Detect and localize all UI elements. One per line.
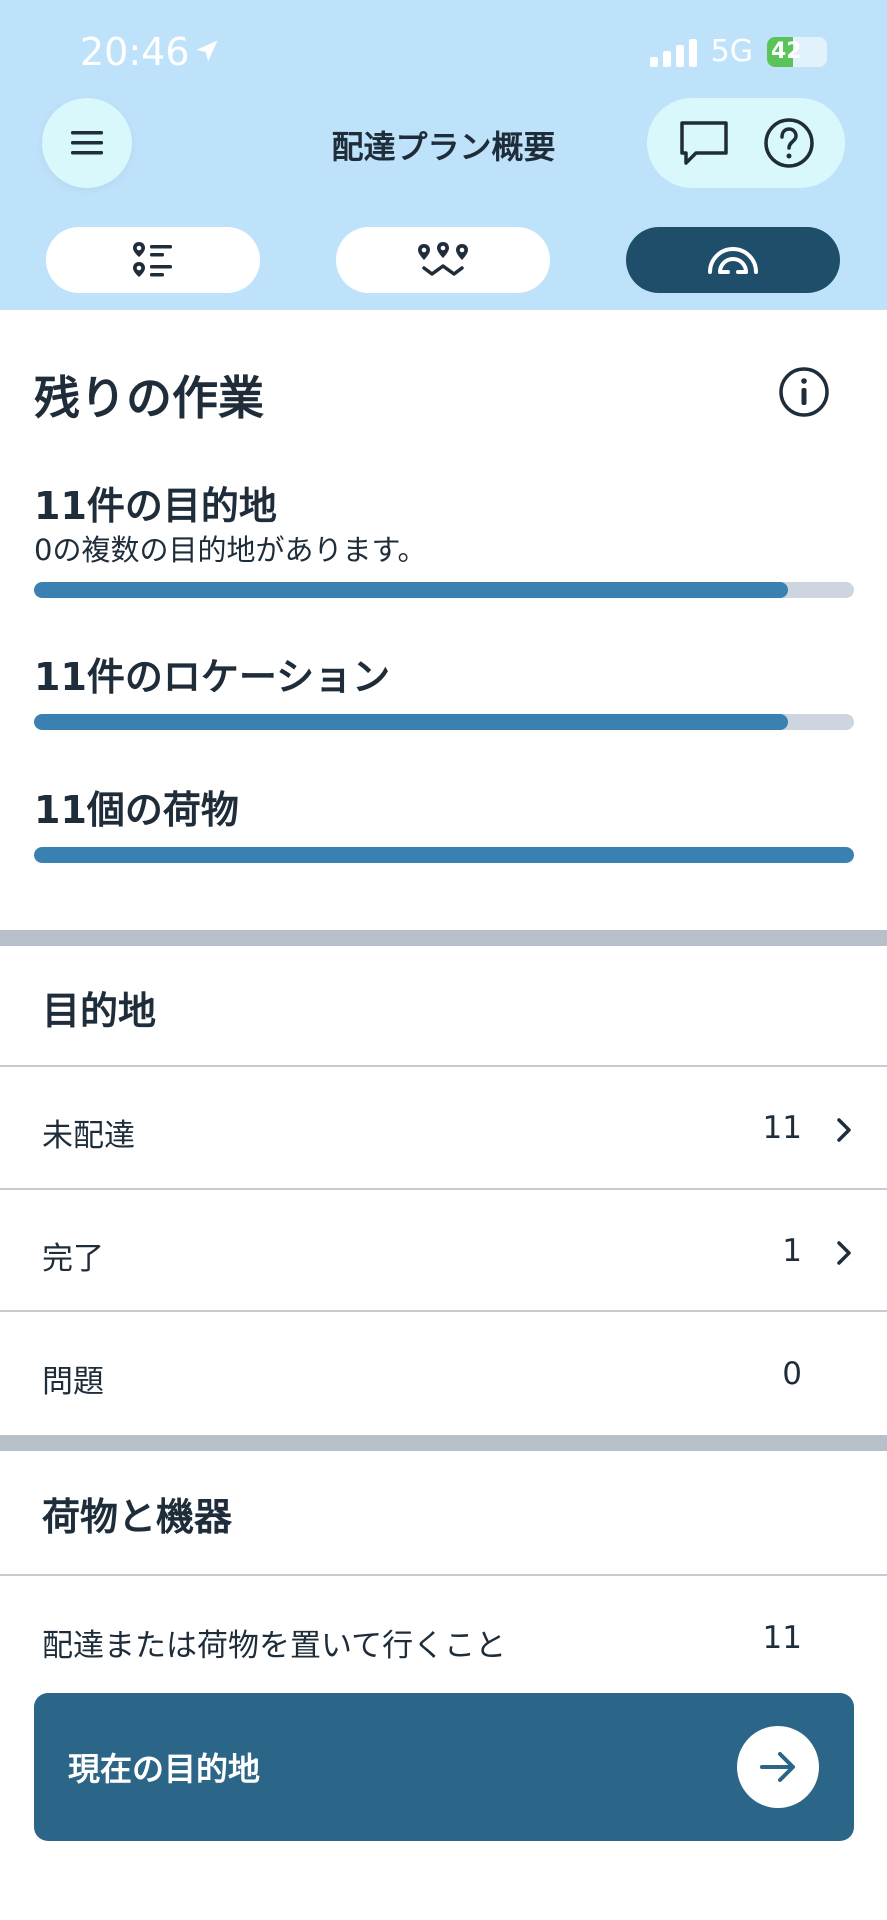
- tab-list[interactable]: [46, 227, 260, 293]
- section-divider: [0, 1435, 887, 1451]
- location-arrow-icon: [193, 37, 221, 69]
- header-actions: [647, 98, 845, 188]
- divider: [0, 1065, 887, 1067]
- row-label: 配達または荷物を置いて行くこと: [42, 1628, 507, 1664]
- arrow-right-icon: [737, 1726, 819, 1808]
- progress-bar-destinations: [34, 582, 854, 598]
- progress-bar-packages: [34, 847, 854, 863]
- app-header: 20:46 5G 42 配達プラン概要: [0, 0, 887, 310]
- help-question-icon: [763, 118, 814, 168]
- metric-destinations-title: 11件の目的地: [34, 484, 277, 528]
- metric-destinations-subtitle: 0の複数の目的地があります。: [34, 533, 427, 567]
- progress-bar-locations: [34, 714, 854, 730]
- section-divider: [0, 930, 887, 946]
- row-label: 未配達: [42, 1118, 135, 1154]
- chevron-right-icon: [833, 1239, 855, 1271]
- progress-fill-destinations: [34, 582, 789, 598]
- info-button[interactable]: [778, 366, 830, 422]
- list-pins-icon: [133, 242, 172, 277]
- row-value: 1: [782, 1233, 802, 1269]
- help-button[interactable]: [754, 108, 824, 178]
- chat-button[interactable]: [669, 108, 739, 178]
- view-tabs: [0, 227, 887, 293]
- tab-overview[interactable]: [626, 227, 840, 293]
- row-label: 問題: [42, 1364, 104, 1400]
- info-circle-icon: [779, 367, 829, 417]
- divider: [0, 1310, 887, 1312]
- network-label: 5G: [710, 34, 753, 69]
- route-pins-icon: [418, 242, 468, 276]
- remaining-heading: 残りの作業: [34, 371, 264, 425]
- tab-route[interactable]: [336, 227, 550, 293]
- gauge-dial-icon: [708, 247, 758, 274]
- row-value: 11: [762, 1620, 802, 1656]
- progress-fill-packages: [34, 847, 854, 863]
- signal-icon: [649, 37, 697, 67]
- destinations-heading: 目的地: [42, 989, 157, 1033]
- battery-icon: 42: [767, 36, 827, 67]
- packages-heading: 荷物と機器: [42, 1495, 233, 1539]
- cta-label: 現在の目的地: [68, 1750, 261, 1788]
- divider: [0, 1188, 887, 1190]
- status-time: 20:46: [80, 30, 190, 74]
- metric-packages-title: 11個の荷物: [34, 788, 239, 832]
- metric-locations-title: 11件のロケーション: [34, 655, 391, 699]
- divider: [0, 1574, 887, 1576]
- status-right: 5G 42: [649, 34, 827, 69]
- chat-bubble-icon: [679, 121, 728, 165]
- battery-level: 42: [771, 39, 802, 64]
- current-destination-button[interactable]: 現在の目的地: [34, 1693, 854, 1841]
- row-value: 0: [782, 1356, 802, 1392]
- progress-fill-locations: [34, 714, 789, 730]
- row-value: 11: [762, 1110, 802, 1146]
- chevron-right-icon: [833, 1116, 855, 1148]
- row-label: 完了: [42, 1241, 104, 1277]
